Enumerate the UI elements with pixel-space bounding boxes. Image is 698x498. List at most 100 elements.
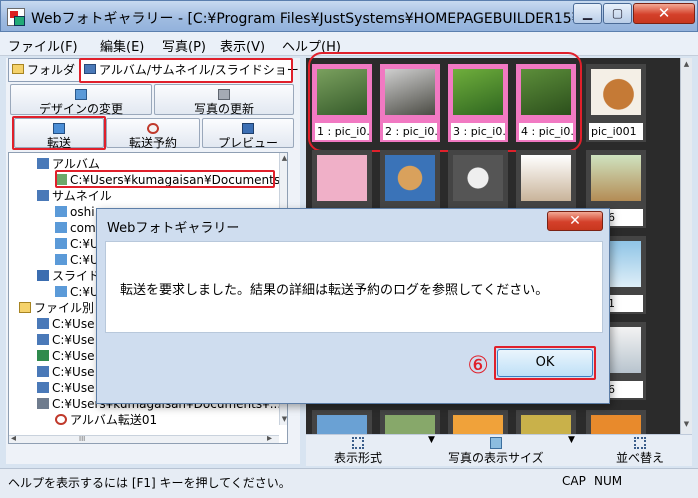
tree-thumb-item-label: C:¥U [70,237,99,251]
dialog-close-button[interactable]: ✕ [547,211,603,231]
tree-thumb-item[interactable]: oshi [55,204,95,220]
page-icon [55,286,67,297]
transfer-icon [53,123,65,134]
scroll-up-icon[interactable]: ▲ [681,60,692,68]
tree-slide-item-label: C:¥U [70,285,99,299]
thumbnail-caption: 4 : pic_i0... [519,123,573,140]
gallery-vertical-scrollbar[interactable]: ▲ ▼ [680,58,692,434]
tree-file-item[interactable]: C:¥Use [37,316,94,332]
scroll-left-icon[interactable]: ◂ [11,433,16,443]
tree-album-transfer[interactable]: アルバム転送01 [55,412,157,428]
thumbnail-caption: 1 : pic_i0... [315,123,369,140]
thumbnail-item[interactable]: 2 : pic_i0... [380,64,440,142]
menu-file[interactable]: ファイル(F) [8,36,78,55]
page-icon [55,254,67,265]
insect-on-leaf-photo [453,69,503,115]
tree-thumb-item[interactable]: com [55,220,96,236]
scroll-down-icon[interactable]: ▼ [280,415,287,423]
ok-button[interactable]: OK [497,349,593,377]
husky-photo [453,155,503,201]
beetle-photo [385,69,435,115]
photo-size-dropdown[interactable]: ▼ [568,435,575,445]
dialog-title: Webフォトギャラリー [107,221,240,236]
gallery-toolbar: 表示形式 ▼ 写真の表示サイズ ▼ 並べ替え [306,434,692,466]
design-icon [75,89,87,100]
menu-edit[interactable]: 編集(E) [100,36,144,55]
grid-icon [352,437,364,449]
dialog-body: 転送を要求しました。結果の詳細は転送予約のログを参照してください。 [105,241,603,333]
page-icon [55,222,67,233]
tree-thumb-item[interactable]: C:¥U [55,252,99,268]
menu-bar: ファイル(F) 編集(E) 写真(P) 表示(V) ヘルプ(H) [0,32,698,56]
step-number-annotation: ⑥ [467,351,489,379]
preview-label: プレビュー [217,136,278,150]
tree-album-path[interactable]: C:¥Users¥kumagaisan¥Documents [55,172,280,188]
photo-update-label: 写真の更新 [193,102,254,116]
tree-album-path-label: C:¥Users¥kumagaisan¥Documents [70,173,281,187]
tree-slide[interactable]: スライド [37,268,100,284]
album-icon [37,158,49,169]
thumbnail-item[interactable] [448,410,508,434]
preview-button[interactable]: プレビュー [202,118,294,150]
tree-album[interactable]: アルバム [37,156,100,172]
photo-thumbnail [317,155,367,201]
file-icon [37,318,49,329]
sort-button[interactable]: 並べ替え [616,437,664,466]
thumbnail-item[interactable]: 4 : pic_i0... [516,64,576,142]
maximize-button[interactable]: ▢ [603,3,632,24]
transfer-schedule-label: 転送予約 [128,136,177,150]
minimize-button[interactable]: ▁ [573,3,602,24]
thumbnail-caption: 2 : pic_i0... [383,123,437,140]
tree-file-item[interactable]: C:¥Use [37,364,94,380]
thumbnail-item[interactable]: 1 : pic_i0... [312,64,372,142]
scroll-grip[interactable]: III [79,435,85,443]
transfer-button[interactable]: 転送 [14,118,104,150]
folder-icon [12,64,24,74]
photo-update-button[interactable]: 写真の更新 [154,84,294,116]
dragonfly-photo [521,69,571,115]
tree-album-label: アルバム [52,157,100,171]
app-icon [7,8,25,26]
tree-horizontal-scrollbar[interactable]: ◂ III ▸ [9,433,279,443]
scroll-up-icon[interactable]: ▲ [280,154,287,162]
file-icon [37,398,49,409]
tree-file-item[interactable]: C:¥Use [37,380,94,396]
thumbnail-item[interactable] [312,410,372,434]
photo-thumbnail [521,415,571,434]
message-dialog: Webフォトギャラリー ✕ 転送を要求しました。結果の詳細は転送予約のログを参照… [96,208,610,404]
tree-by-file[interactable]: ファイル別 [19,300,94,316]
photo-thumbnail [453,415,503,434]
photo-size-button[interactable]: 写真の表示サイズ [448,437,544,466]
menu-view[interactable]: 表示(V) [220,36,265,55]
window-title: Webフォトギャラリー - [C:¥Program Files¥JustSyst… [31,11,594,27]
close-button[interactable]: ✕ [633,3,695,24]
tree-slide-item[interactable]: C:¥U [55,284,99,300]
tree-thumb-item[interactable]: C:¥U [55,236,99,252]
transfer-label: 転送 [46,136,71,150]
design-change-label: デザインの変更 [38,102,123,116]
thumbnail-item[interactable]: pic_i001 [586,64,646,142]
tree-file-item[interactable]: C:¥Use [37,348,94,364]
file-icon [37,350,49,361]
design-change-button[interactable]: デザインの変更 [10,84,152,116]
transfer-schedule-button[interactable]: 転送予約 [106,118,200,150]
thumbnail-item[interactable] [516,410,576,434]
tree-slide-label: スライド [52,269,101,283]
menu-help[interactable]: ヘルプ(H) [282,36,341,55]
view-format-dropdown[interactable]: ▼ [428,435,435,445]
tab-folder[interactable]: フォルダ [8,58,80,82]
scroll-down-icon[interactable]: ▼ [681,420,692,428]
dog-photo [385,155,435,201]
view-format-button[interactable]: 表示形式 [334,437,382,466]
tree-thumbnail[interactable]: サムネイル [37,188,112,204]
thumbnail-caption: 3 : pic_i0... [451,123,505,140]
tab-album[interactable]: アルバム/サムネイル/スライドショー [80,58,299,82]
thumbnail-item[interactable]: 3 : pic_i0... [448,64,508,142]
menu-photo[interactable]: 写真(P) [162,36,206,55]
scroll-right-icon[interactable]: ▸ [267,433,272,443]
photo-thumbnail [317,415,367,434]
thumbnail-item[interactable] [586,410,646,434]
thumbnail-item[interactable] [380,410,440,434]
tree-file-item[interactable]: C:¥Use [37,332,94,348]
photo-size-label: 写真の表示サイズ [448,451,544,465]
